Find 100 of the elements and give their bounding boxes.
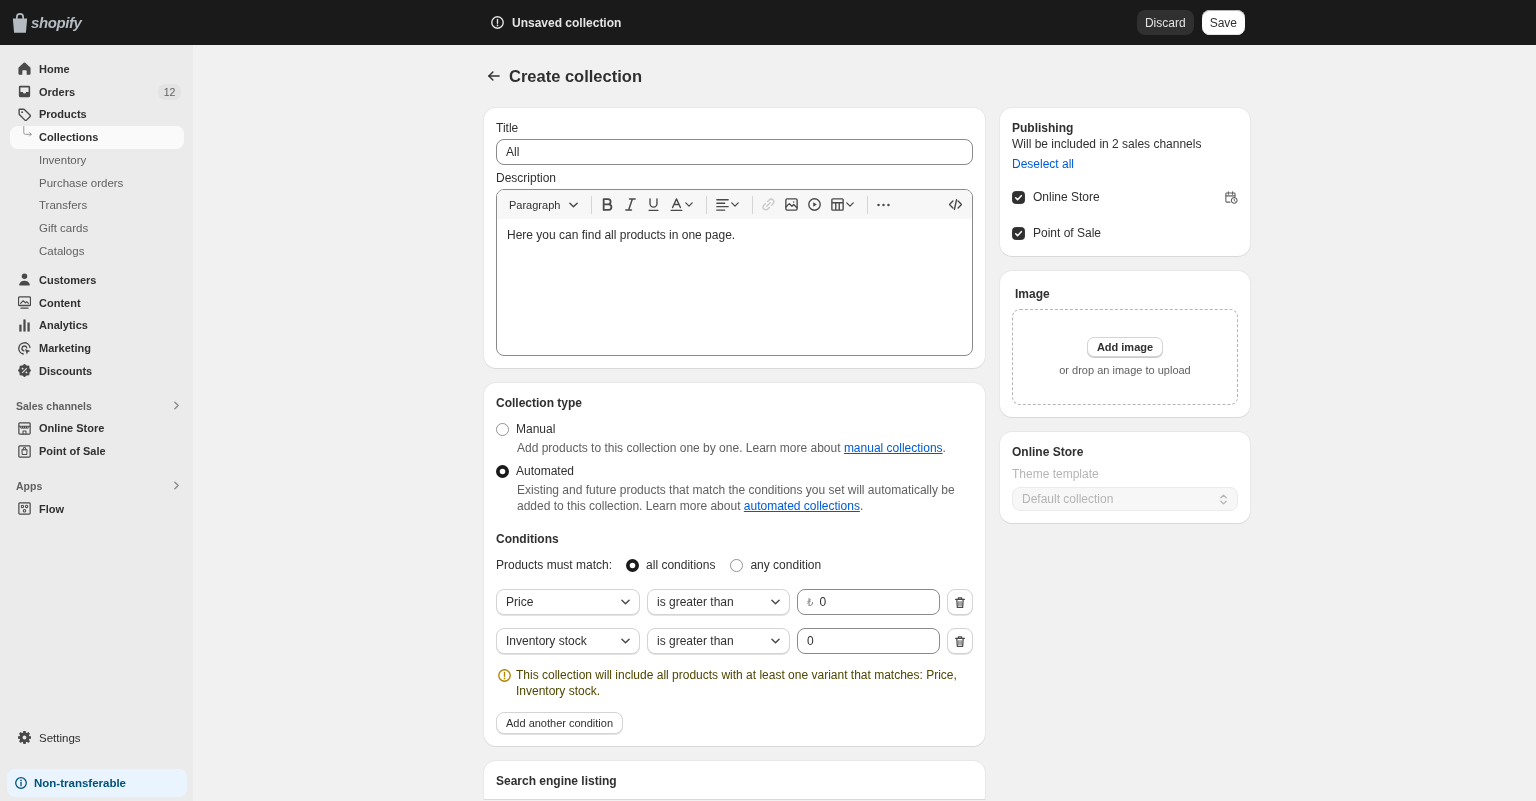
nav-item[interactable]: Home: [10, 57, 184, 81]
text-underline-icon[interactable]: [647, 198, 661, 211]
delete-condition-button[interactable]: [947, 589, 973, 615]
nav-subitem[interactable]: Purchase orders: [10, 171, 184, 195]
unsaved-status: Unsaved collection: [512, 15, 622, 30]
nav-item[interactable]: Flow: [10, 497, 184, 521]
radio-label: Automated: [516, 464, 575, 478]
tag-icon: [18, 107, 31, 121]
delete-condition-button[interactable]: [947, 628, 973, 654]
radio-button[interactable]: [496, 464, 509, 478]
chevron-down-icon: [771, 638, 780, 644]
discount-badge-icon: [18, 364, 31, 378]
nav-item[interactable]: Online Store: [10, 417, 184, 440]
format-dropdown[interactable]: Paragraph: [509, 198, 579, 211]
nav-subitem[interactable]: Gift cards: [10, 216, 184, 240]
help-link[interactable]: automated collections: [743, 499, 860, 513]
card-heading: Online Store: [1012, 444, 1084, 460]
text-color-icon[interactable]: [670, 198, 684, 211]
settings-icon: [18, 731, 31, 745]
chevron-right-icon[interactable]: [174, 401, 179, 411]
condition-value-input[interactable]: 0: [797, 628, 940, 654]
nav-item[interactable]: Discounts: [10, 359, 184, 383]
nav-subitem[interactable]: Inventory: [10, 148, 184, 172]
title-input[interactable]: All: [496, 139, 973, 165]
house-icon: [18, 62, 31, 76]
text-bold-icon[interactable]: [601, 198, 615, 211]
more-icon[interactable]: [877, 202, 891, 207]
card-heading: Publishing: [1012, 120, 1074, 136]
page-title: Create collection: [509, 66, 642, 86]
nav-item[interactable]: Products: [10, 103, 184, 126]
calendar-clock-icon[interactable]: [1225, 190, 1238, 204]
notice-text: Non-transferable: [34, 777, 127, 789]
condition-operator-select[interactable]: is greater than: [647, 589, 790, 615]
description-editor[interactable]: Paragraph Here you can find all products in one page.: [496, 189, 973, 356]
description-text: Here you can find all products in one page.: [507, 227, 737, 243]
text-italic-icon[interactable]: [624, 198, 638, 211]
nav-item[interactable]: Point of Sale: [10, 439, 184, 463]
image-frame-icon: [18, 296, 31, 310]
condition-field-select[interactable]: Inventory stock: [496, 628, 640, 654]
option-description: Add products to this collection one by one. Learn more about manual collections.: [516, 440, 946, 456]
nav-subitem[interactable]: Catalogs: [10, 239, 184, 263]
add-image-button[interactable]: Add image: [1086, 337, 1164, 357]
channel-label: Online Store: [1033, 190, 1100, 204]
radio-button[interactable]: [730, 558, 744, 572]
condition-value-input[interactable]: ₺ 0: [797, 589, 940, 615]
save-button[interactable]: Save: [1201, 10, 1245, 35]
chevron-right-icon[interactable]: [174, 481, 179, 491]
align-left-icon[interactable]: [716, 198, 730, 211]
card-heading: Image: [1014, 286, 1050, 302]
nav-subitem[interactable]: Collections: [10, 125, 184, 149]
deselect-all-link[interactable]: Deselect all: [1012, 156, 1075, 172]
match-label: Products must match:: [496, 558, 613, 572]
nav-item[interactable]: Analytics: [10, 314, 184, 337]
nav-item[interactable]: Content: [10, 291, 184, 315]
checkbox[interactable]: [1012, 190, 1025, 204]
inbox-icon: [18, 85, 31, 99]
nav-item[interactable]: Orders 12: [10, 80, 184, 104]
section-heading: Sales channels: [16, 399, 92, 412]
tree-connector-icon: [23, 125, 32, 138]
chevron-down-icon: [621, 638, 630, 644]
radio-button[interactable]: [626, 558, 640, 572]
field-label: Theme template: [1012, 466, 1099, 482]
section-heading: Conditions: [496, 531, 559, 547]
radio-label: any condition: [750, 558, 822, 572]
channel-label: Point of Sale: [1033, 226, 1102, 240]
target-icon: [18, 341, 31, 355]
radio-button[interactable]: [496, 422, 509, 436]
chevron-down-icon: [621, 599, 630, 605]
bag-tile-icon: [18, 444, 31, 458]
table-icon[interactable]: [831, 198, 845, 211]
back-arrow-icon[interactable]: [488, 71, 500, 81]
image-dropzone[interactable]: Add image or drop an image to upload: [1012, 309, 1238, 405]
condition-summary-text: This collection will include all products with at least one variant that matches: Price, Inventory stock.: [516, 667, 958, 699]
discard-button[interactable]: Discard: [1136, 10, 1194, 35]
person-icon: [18, 273, 31, 287]
help-link[interactable]: manual collections: [843, 441, 943, 455]
nodes-icon: [18, 502, 31, 516]
condition-operator-select[interactable]: is greater than: [647, 628, 790, 654]
nav-subitem[interactable]: Transfers: [10, 194, 184, 217]
image-icon[interactable]: [785, 198, 799, 211]
info-icon: [15, 777, 27, 789]
chevron-down-icon[interactable]: [846, 202, 855, 207]
chevron-down-icon: [569, 201, 579, 208]
checkbox[interactable]: [1012, 226, 1025, 240]
chevron-down-icon[interactable]: [731, 202, 740, 207]
nav-item[interactable]: Marketing: [10, 336, 184, 360]
option-description: Existing and future products that match the conditions you set will automatically be added to this collection. Learn more about automated collections.: [516, 482, 956, 514]
card-heading: Search engine listing: [496, 773, 617, 789]
radio-label: all conditions: [646, 558, 716, 572]
add-condition-button[interactable]: Add another condition: [496, 712, 624, 734]
nav-item[interactable]: Settings: [10, 726, 184, 749]
section-heading: Apps: [16, 479, 43, 492]
count-badge: 12: [158, 83, 181, 100]
nav-item[interactable]: Customers: [10, 268, 184, 292]
chevron-down-icon[interactable]: [685, 202, 694, 207]
condition-field-select[interactable]: Price: [496, 589, 640, 615]
brand-wordmark: shopify: [31, 14, 82, 31]
code-icon[interactable]: [949, 198, 962, 211]
bar-chart-icon: [18, 318, 31, 332]
dropzone-hint: or drop an image to upload: [1059, 363, 1191, 378]
